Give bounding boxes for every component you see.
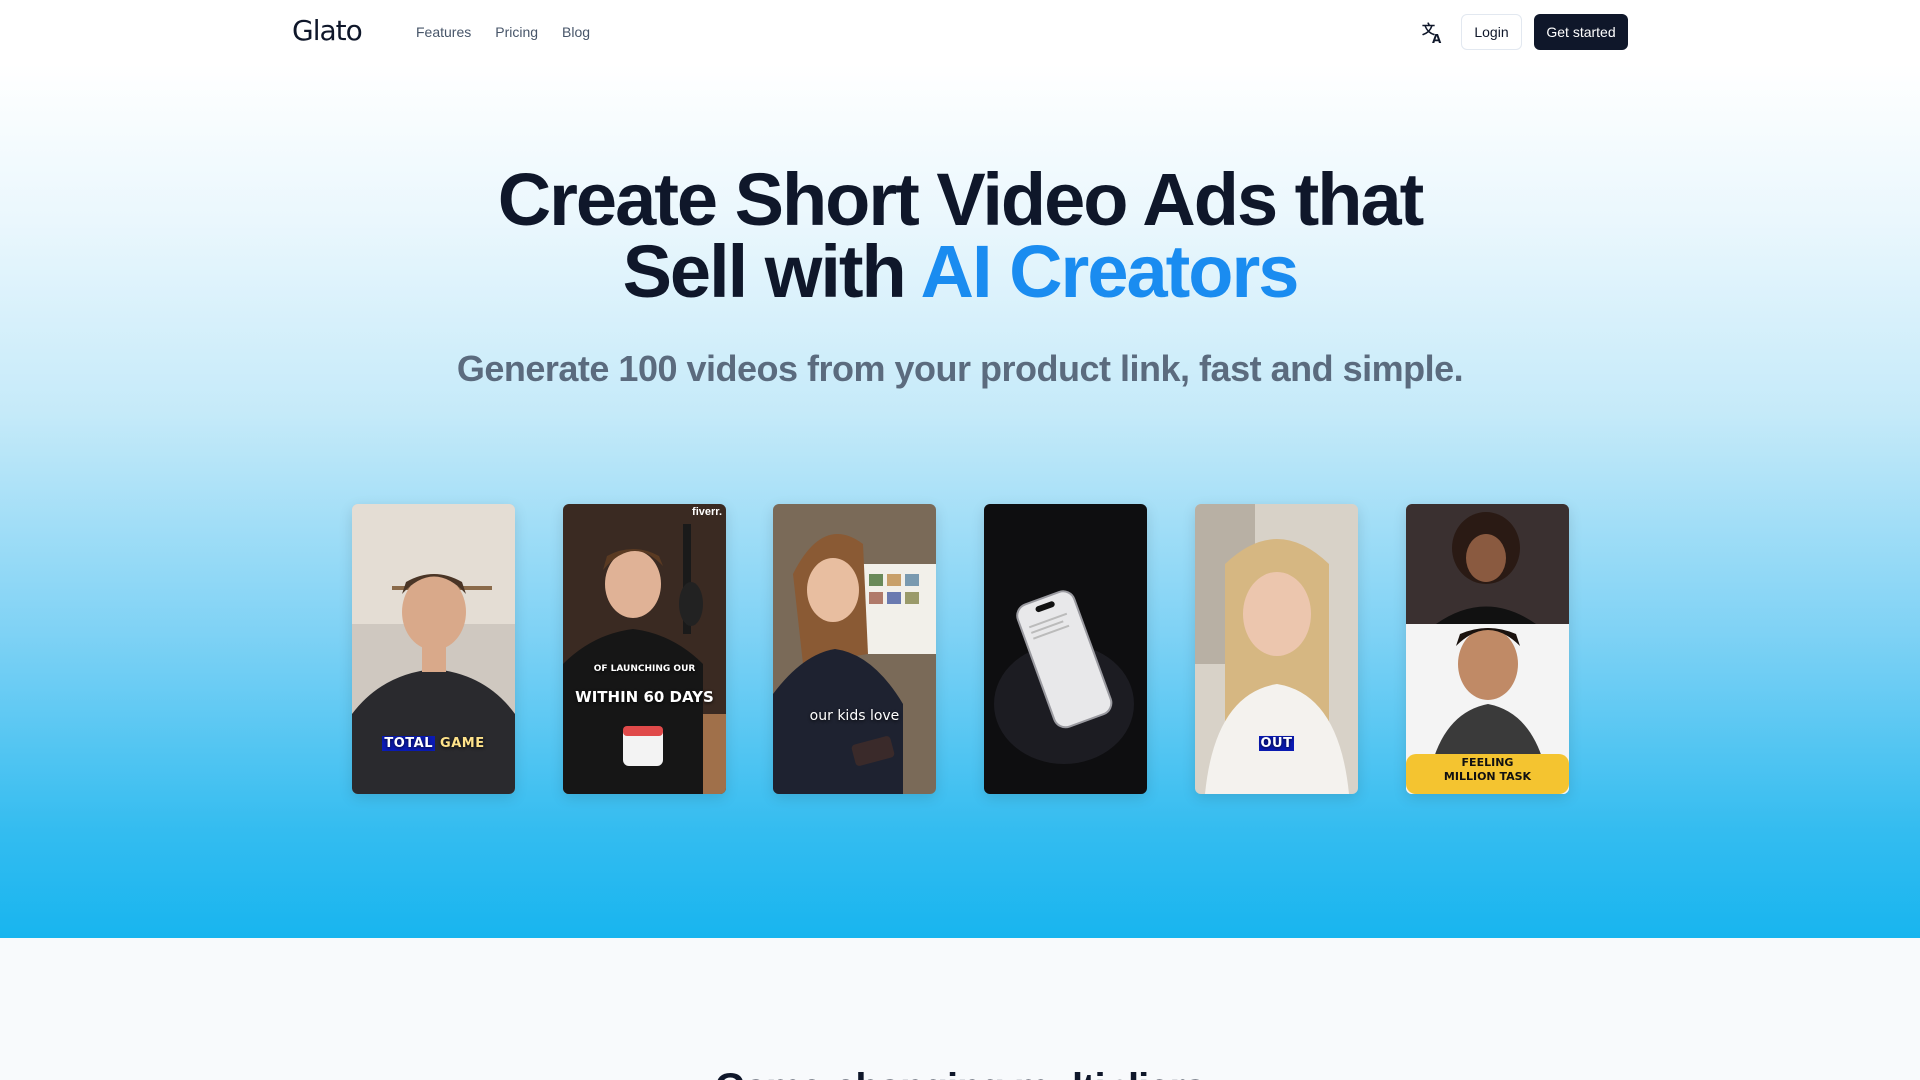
hero-section: Create Short Video Ads that Sell with AI…	[0, 64, 1920, 938]
language-button[interactable]: 文 A	[1418, 18, 1448, 48]
video-examples: TOTAL GAME fiverr. OF LAUNCHING OUR WITH…	[352, 504, 1569, 794]
video-card-4[interactable]	[984, 504, 1147, 794]
hero-title: Create Short Video Ads that Sell with AI…	[0, 163, 1920, 309]
video-card-3[interactable]: our kids love	[773, 504, 936, 794]
video-thumbnail-6	[1406, 504, 1569, 794]
hero-subtitle: Generate 100 videos from your product li…	[456, 348, 1464, 389]
brand-logo[interactable]: Glato	[292, 14, 363, 47]
video-caption-2b: WITHIN 60 DAYS	[575, 688, 714, 706]
get-started-button[interactable]: Get started	[1534, 14, 1628, 50]
video-card-1[interactable]: TOTAL GAME	[352, 504, 515, 794]
nav-links: Features Pricing Blog	[416, 24, 590, 40]
video-card-6[interactable]: FEELING MILLION TASK	[1406, 504, 1569, 794]
video-card-2[interactable]: fiverr. OF LAUNCHING OUR WITHIN 60 DAYS	[563, 504, 726, 794]
video-caption-1: TOTAL GAME	[382, 736, 485, 751]
fiverr-watermark: fiverr.	[692, 506, 722, 518]
features-section: Game-changing multipliers	[0, 938, 1920, 1080]
svg-text:A: A	[1432, 32, 1442, 45]
nav-link-features[interactable]: Features	[416, 24, 471, 40]
hero-title-line1: Create Short Video Ads that	[497, 158, 1425, 241]
translate-icon: 文 A	[1422, 22, 1442, 45]
top-nav: Glato Features Pricing Blog 文 A Login Ge…	[0, 0, 1920, 64]
video-thumbnail-3	[773, 504, 936, 794]
hero-title-accent: AI Creators	[920, 230, 1300, 313]
video-card-5[interactable]: OUT	[1195, 504, 1358, 794]
video-caption-6a: FEELING	[1461, 756, 1514, 769]
video-caption-3: our kids love	[809, 708, 900, 724]
nav-link-pricing[interactable]: Pricing	[495, 24, 538, 40]
login-button[interactable]: Login	[1461, 14, 1522, 50]
video-caption-2a: OF LAUNCHING OUR	[593, 664, 696, 674]
video-thumbnail-2	[563, 504, 726, 794]
video-caption-5: OUT	[1258, 736, 1295, 751]
video-thumbnail-4	[984, 504, 1147, 794]
video-caption-6b: MILLION TASK	[1443, 770, 1532, 783]
features-heading: Game-changing multipliers	[0, 1066, 1920, 1080]
hero-title-line2: Sell with	[622, 230, 921, 313]
nav-link-blog[interactable]: Blog	[562, 24, 590, 40]
